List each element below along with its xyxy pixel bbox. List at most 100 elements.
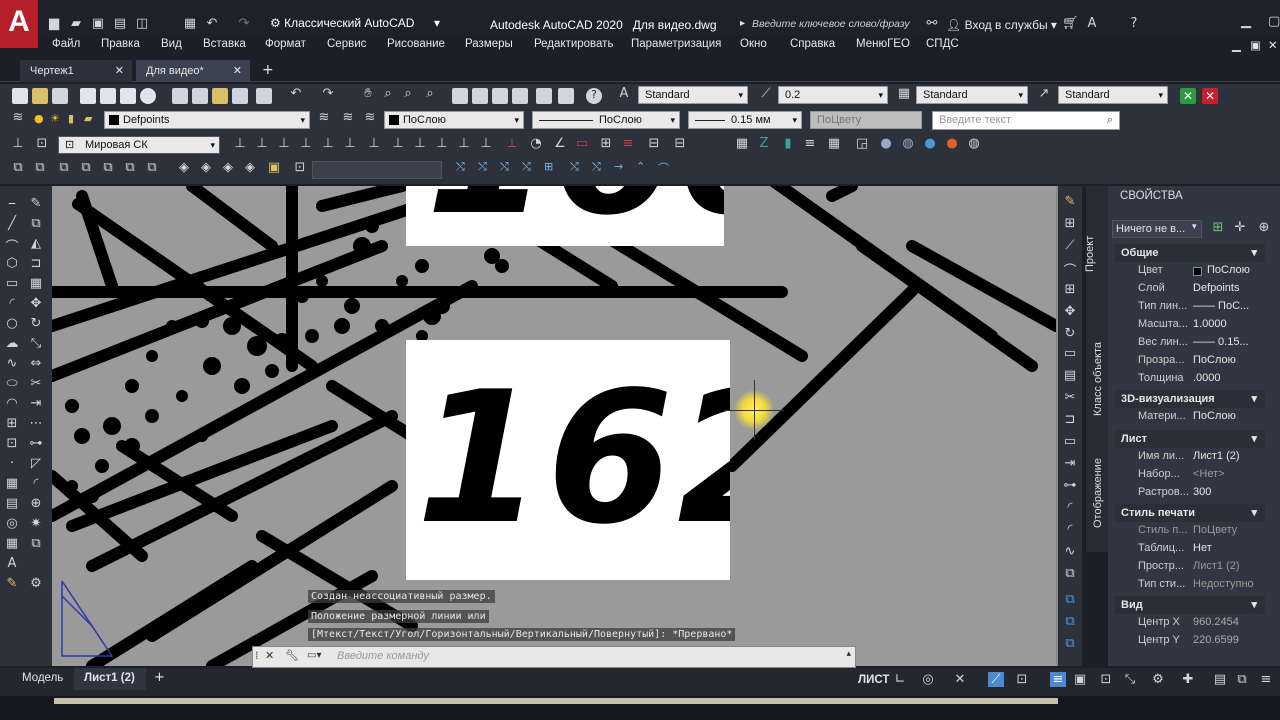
tool-palette-icon[interactable] xyxy=(492,88,508,104)
dim-g-icon[interactable]: ⤭ xyxy=(592,160,601,174)
add-tab-icon[interactable]: + xyxy=(262,62,274,78)
prop-color[interactable]: Цвет ПоСлою xyxy=(1120,264,1262,282)
area-icon[interactable]: ▭ xyxy=(574,136,590,151)
maximize-icon[interactable]: ▢ xyxy=(1268,14,1280,29)
dim-rotate-icon[interactable]: ↻ xyxy=(1062,326,1078,341)
line-icon[interactable]: ⎯ xyxy=(4,196,20,211)
block-editor-icon[interactable] xyxy=(256,88,272,104)
dim-aligned-icon[interactable]: ⟋ xyxy=(1062,238,1078,253)
customize-icon[interactable]: ≡ xyxy=(1258,672,1274,687)
web-icon[interactable]: ◫ xyxy=(134,16,150,31)
view3d-a-icon[interactable]: ⧉ xyxy=(56,160,72,175)
dim-arc-icon[interactable]: ⌒ xyxy=(1062,260,1078,279)
volume-icon[interactable]: ⊞ xyxy=(598,136,614,151)
box3d-icon[interactable]: ⧉ xyxy=(10,160,26,175)
dim-b-icon[interactable]: ⤭ xyxy=(478,160,487,174)
lw-icon[interactable]: ≡ xyxy=(1050,672,1066,687)
search-field[interactable]: Введите ключевое слово/фразу xyxy=(752,18,912,30)
visual-style-icon[interactable]: ● xyxy=(878,136,894,151)
insert-block-icon[interactable]: ⊞ xyxy=(4,416,20,431)
undo-icon[interactable]: ↶ xyxy=(288,86,304,101)
status-space[interactable]: ЛИСТ xyxy=(858,674,889,686)
listing-icon[interactable]: ≡ xyxy=(620,136,636,151)
pickadd-icon[interactable]: ⊕ xyxy=(1256,220,1272,235)
iso-c-icon[interactable]: ◈ xyxy=(220,160,236,175)
hatch-draw-icon[interactable]: ▦ xyxy=(4,476,20,491)
prop-page-setup[interactable]: Набор... <Нет> xyxy=(1120,468,1262,486)
dim-a-icon[interactable]: ⤭ xyxy=(456,160,465,174)
brush-icon[interactable]: ✎ xyxy=(1062,194,1078,209)
doc-minimize-icon[interactable]: ▁ xyxy=(1232,38,1241,52)
print-icon[interactable]: ▦ xyxy=(182,16,198,31)
quick-select-icon[interactable]: ⊞ xyxy=(1210,220,1226,235)
redo-icon[interactable]: ↷ xyxy=(236,16,252,31)
undo-icon[interactable]: ↶ xyxy=(204,16,220,31)
box-icon[interactable]: ▮ xyxy=(780,136,796,151)
circle-icon[interactable]: ○ xyxy=(4,316,20,331)
transparency-icon[interactable]: ▣ xyxy=(1072,672,1088,687)
design-center-icon[interactable] xyxy=(472,88,488,104)
side-tab-object-class[interactable]: Класс объекта xyxy=(1092,342,1104,416)
array-icon[interactable]: ▦ xyxy=(28,276,44,291)
properties-icon[interactable] xyxy=(452,88,468,104)
sheet-icon[interactable]: ⊟ xyxy=(672,136,688,151)
prop-layout-name[interactable]: Имя ли... Лист1 (2) xyxy=(1120,450,1262,468)
section-plot-style[interactable]: Стиль печати ▾ xyxy=(1115,504,1265,522)
tab-drawing1[interactable]: Чертеж1 ✕ xyxy=(20,60,132,82)
fillet-icon[interactable]: ◜ xyxy=(28,476,44,491)
ucs-y-icon[interactable]: ⊥ xyxy=(434,136,450,151)
rectangle-icon[interactable]: ▭ xyxy=(4,276,20,291)
region-icon[interactable]: ⊟ xyxy=(646,136,662,151)
spline-icon[interactable]: ∿ xyxy=(4,356,20,371)
iso-b-icon[interactable]: ◈ xyxy=(198,160,214,175)
polar-icon[interactable]: ◎ xyxy=(920,672,936,687)
command-prompt-icon[interactable]: ▭▾ xyxy=(307,650,321,661)
minimize-icon[interactable]: ▁ xyxy=(1238,14,1254,29)
paste-icon[interactable] xyxy=(212,88,228,104)
menu-tools[interactable]: Сервис xyxy=(327,38,366,50)
erase-icon[interactable]: ✎ xyxy=(28,196,44,211)
command-grip-icon[interactable]: ⁞ xyxy=(255,649,259,662)
dim-style-icon[interactable]: ⟋ xyxy=(758,86,774,101)
zoom-previous-icon[interactable]: ⌕ xyxy=(422,86,438,101)
fullscreen-icon[interactable]: ⧉ xyxy=(1234,672,1250,687)
iso-d-icon[interactable]: ◈ xyxy=(242,160,258,175)
wrench-icon[interactable]: 🔧︎ xyxy=(285,649,299,662)
help-icon[interactable]: ? xyxy=(1126,16,1142,31)
rotate-icon[interactable]: ↻ xyxy=(28,316,44,331)
view-icon[interactable]: ◲ xyxy=(854,136,870,151)
table-icon[interactable]: ▦ xyxy=(734,136,750,151)
binoculars-icon[interactable]: ⚯ xyxy=(924,16,940,31)
chamfer-icon[interactable]: ◸ xyxy=(28,456,44,471)
add-layout-icon[interactable]: + xyxy=(154,670,165,685)
selection-select[interactable]: Ничего не в... xyxy=(1112,220,1202,238)
close-icon[interactable]: ✕ xyxy=(115,60,124,82)
dim-i-icon[interactable]: ⌃ xyxy=(636,160,645,173)
markup-icon[interactable] xyxy=(536,88,552,104)
dwf-icon[interactable] xyxy=(140,88,156,104)
side-tab-display[interactable]: Отображение xyxy=(1092,458,1104,528)
move-icon[interactable]: ✥ xyxy=(28,296,44,311)
dim-h-icon[interactable]: → xyxy=(614,160,623,173)
join-icon[interactable]: ⊶ xyxy=(28,436,44,451)
ucs-select[interactable]: ⊡ Мировая СК ▾ xyxy=(58,136,220,154)
preview-icon[interactable] xyxy=(100,88,116,104)
stretch-icon[interactable]: ⇔ xyxy=(28,356,44,371)
command-input[interactable]: Введите команду xyxy=(337,650,429,662)
ucs-origin2-icon[interactable]: ⊥ xyxy=(342,136,358,151)
trim-icon[interactable]: ✂︎ xyxy=(28,376,44,391)
lightbulb-icon[interactable]: ● xyxy=(34,112,44,125)
accept-icon[interactable]: ✕ xyxy=(1180,88,1196,104)
revcloud-icon[interactable]: ☁︎ xyxy=(4,336,20,351)
ucs-face-icon[interactable]: ⊥ xyxy=(276,136,292,151)
osnap-icon[interactable]: ✕ xyxy=(952,672,968,687)
mtext-icon[interactable]: A xyxy=(4,556,20,571)
match-prop-icon[interactable] xyxy=(232,88,248,104)
gear-icon[interactable]: ⚙ xyxy=(1150,672,1166,687)
ucs-world-icon[interactable]: ⊥ xyxy=(232,136,248,151)
ucs-previous-icon[interactable]: ⊥ xyxy=(254,136,270,151)
monitor-icon[interactable]: ▤ xyxy=(1212,672,1228,687)
sheet-set-icon[interactable] xyxy=(512,88,528,104)
polyline-icon[interactable]: ⌒ xyxy=(4,236,20,255)
view3d-e-icon[interactable]: ⧉ xyxy=(144,160,160,175)
